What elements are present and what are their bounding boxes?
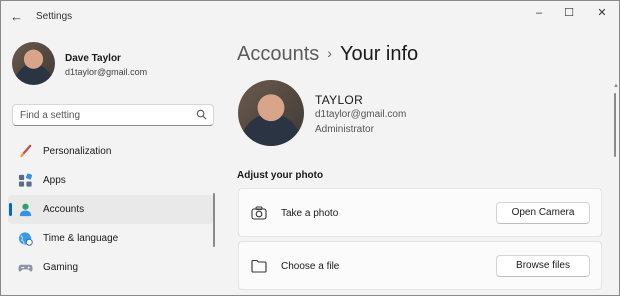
account-name: TAYLOR bbox=[315, 93, 364, 107]
apps-icon bbox=[18, 173, 33, 187]
gamepad-icon bbox=[18, 264, 33, 272]
profile-photo bbox=[238, 80, 304, 146]
sidebar-item-apps[interactable]: Apps bbox=[8, 166, 214, 195]
sidebar-item-label: Apps bbox=[43, 175, 66, 186]
back-arrow-icon[interactable]: ← bbox=[10, 10, 24, 24]
app-title: Settings bbox=[36, 11, 73, 22]
close-icon[interactable]: ✕ bbox=[592, 6, 612, 20]
main-scrollbar[interactable] bbox=[614, 93, 616, 157]
profile-email: d1taylor@gmail.com bbox=[65, 67, 148, 77]
avatar[interactable] bbox=[12, 42, 55, 85]
sidebar-item-label: Time & language bbox=[43, 233, 119, 244]
account-role: Administrator bbox=[315, 124, 374, 135]
breadcrumb-parent[interactable]: Accounts bbox=[237, 43, 319, 65]
take-photo-row: Take a photo Open Camera bbox=[238, 188, 602, 237]
camera-icon bbox=[251, 206, 267, 220]
choose-file-label: Choose a file bbox=[281, 261, 340, 272]
sidebar-scrollbar[interactable] bbox=[213, 193, 215, 247]
globe-clock-icon bbox=[18, 232, 33, 246]
title-bar: ← Settings – ☐ ✕ bbox=[1, 1, 619, 33]
search-box[interactable] bbox=[12, 104, 214, 126]
minimize-icon[interactable]: – bbox=[529, 6, 549, 20]
sidebar-item-label: Accounts bbox=[43, 204, 85, 215]
sidebar-item-gaming[interactable]: Gaming bbox=[8, 253, 214, 282]
sidebar-item-label: Gaming bbox=[43, 262, 79, 273]
paintbrush-icon bbox=[19, 144, 32, 158]
sidebar-item-personalization[interactable]: Personalization bbox=[8, 137, 214, 166]
settings-window: ← Settings – ☐ ✕ Dave Taylor d1taylor@gm… bbox=[0, 0, 620, 296]
search-input[interactable] bbox=[13, 105, 195, 125]
sidebar-nav: Personalization Apps Accounts Time & lan… bbox=[8, 137, 214, 282]
active-indicator bbox=[9, 203, 12, 216]
choose-file-row: Choose a file Browse files bbox=[238, 241, 602, 290]
sidebar-item-label: Personalization bbox=[43, 146, 112, 157]
account-email: d1taylor@gmail.com bbox=[315, 109, 407, 120]
section-title: Adjust your photo bbox=[237, 170, 324, 181]
folder-icon bbox=[251, 259, 267, 273]
search-icon[interactable] bbox=[196, 109, 207, 120]
breadcrumb: Accounts › Your info bbox=[237, 43, 418, 66]
open-camera-button[interactable]: Open Camera bbox=[496, 202, 590, 224]
breadcrumb-separator: › bbox=[327, 45, 332, 61]
scroll-up-icon[interactable]: ▲ bbox=[613, 83, 619, 89]
maximize-icon[interactable]: ☐ bbox=[559, 6, 579, 20]
sidebar-item-accounts[interactable]: Accounts bbox=[8, 195, 214, 224]
take-photo-label: Take a photo bbox=[281, 208, 339, 219]
person-icon bbox=[19, 203, 32, 217]
page-title: Your info bbox=[339, 43, 419, 65]
sidebar-item-time-language[interactable]: Time & language bbox=[8, 224, 214, 253]
profile-name: Dave Taylor bbox=[65, 53, 121, 64]
browse-files-button[interactable]: Browse files bbox=[496, 255, 590, 277]
